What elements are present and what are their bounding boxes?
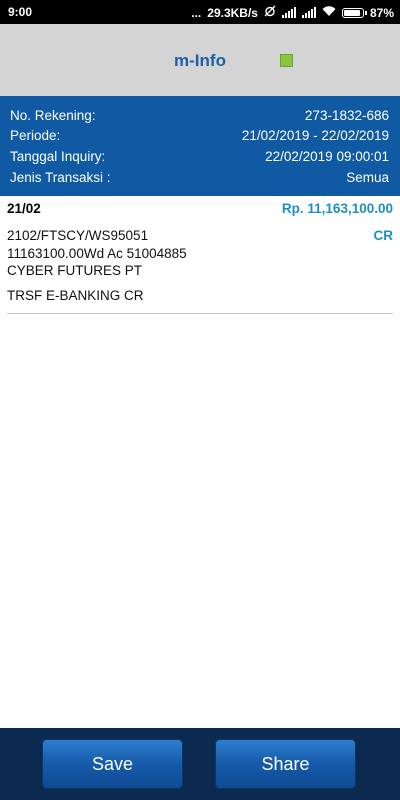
account-info-panel: No. Rekening: 273-1832-686 Periode: 21/0… [0,96,400,196]
info-label: No. Rekening: [10,108,96,123]
network-speed: 29.3KB/s [207,5,258,20]
signal-icon [281,7,296,18]
transaction-line: CYBER FUTURES PT [7,263,143,278]
info-row-period: Periode: 21/02/2019 - 22/02/2019 [10,128,389,146]
status-bar: 9:00 ... 29.3KB/s 87% [0,0,400,24]
alarm-off-icon [264,5,276,20]
info-value: Semua [346,170,389,185]
info-label: Tanggal Inquiry: [10,149,106,164]
wifi-icon [322,5,336,20]
more-notifications-icon: ... [191,5,202,20]
transaction-type-badge: CR [373,228,394,243]
info-row-account: No. Rekening: 273-1832-686 [10,108,389,126]
transaction-amount: Rp. 11,163,100.00 [281,201,393,216]
divider [7,313,393,314]
battery-icon [341,7,367,18]
share-button[interactable]: Share [215,739,356,789]
app-header: m-Info [0,24,400,96]
transaction-details: 2102/FTSCY/WS95051 11163100.00Wd Ac 5100… [7,227,393,280]
signal-2-icon [301,7,316,18]
transaction-line: 11163100.00Wd Ac 51004885 [7,245,187,261]
transaction-line: 2102/FTSCY/WS95051 [7,228,149,243]
info-value: 273-1832-686 [304,108,389,123]
info-label: Periode: [10,128,61,143]
transaction-header: 21/02 Rp. 11,163,100.00 [7,201,393,219]
battery-percent: 87% [369,5,394,20]
transaction-date: 21/02 [7,201,41,216]
status-time: 9:00 [8,5,33,19]
info-row-inquiry-date: Tanggal Inquiry: 22/02/2019 09:00:01 [10,149,389,167]
status-icons: ... 29.3KB/s 87% [191,5,394,20]
transaction-description: TRSF E-BANKING CR [7,288,144,303]
info-value: 21/02/2019 - 22/02/2019 [241,128,389,143]
info-label: Jenis Transaksi : [10,170,111,185]
page-title: m-Info [174,51,226,70]
footer-bar: Save Share [0,728,400,800]
info-value: 22/02/2019 09:00:01 [265,149,389,164]
info-row-transaction-type: Jenis Transaksi : Semua [10,170,389,188]
save-button[interactable]: Save [42,739,183,789]
connection-status-icon [280,54,293,67]
